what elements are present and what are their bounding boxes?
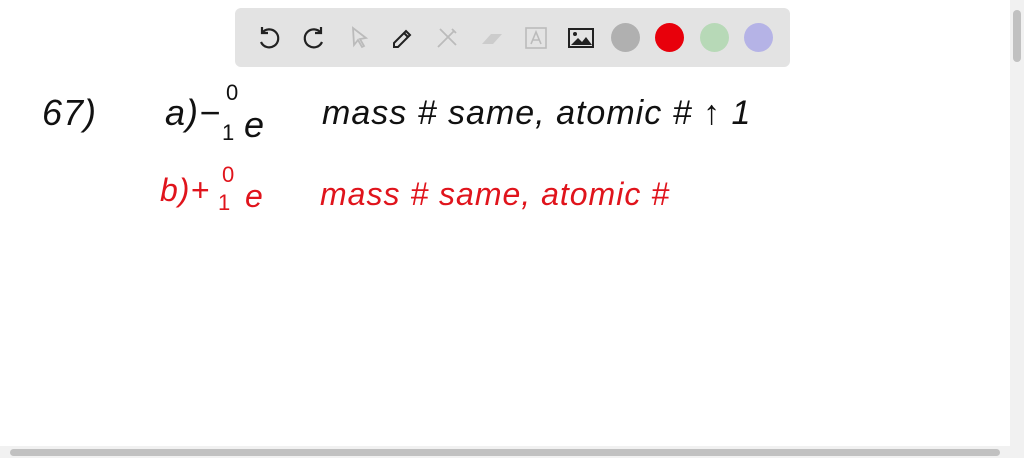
redo-icon [303,26,323,48]
part-b-charge: 1 [218,190,231,215]
part-b-label: b)+ [160,172,210,209]
color-red-button[interactable] [648,18,693,58]
part-b-sign: + [190,172,211,208]
part-a-sign: − [199,92,222,133]
select-pointer-icon [352,25,369,48]
part-b-particle: e [245,178,264,214]
part-a-label: a)− [165,92,221,134]
part-b-text: mass # same, atomic # [320,176,670,212]
pen-icon [392,29,412,48]
vertical-scrollbar[interactable] [1010,0,1024,446]
text-box-icon [525,26,548,49]
drawing-toolbar [235,8,790,67]
redo-button[interactable] [292,18,337,58]
problem-number: 67) [42,92,98,133]
part-a-text: mass # same, atomic # ↑ 1 [322,94,752,132]
select-button[interactable] [336,18,381,58]
part-b-mass-number: 0 [222,162,235,187]
tools-button[interactable] [425,18,470,58]
undo-button[interactable] [247,18,292,58]
part-a-charge: 1 [222,120,235,145]
eraser-button[interactable] [470,18,515,58]
color-swatch-gray [610,23,640,52]
part-a-mass-number: 0 [226,80,239,105]
text-button[interactable] [514,18,559,58]
color-swatch-green [699,23,729,52]
part-a-particle: e [244,104,266,145]
color-green-button[interactable] [692,18,737,58]
tools-icon [437,27,457,48]
part-a-letter: a) [165,92,200,133]
color-purple-button[interactable] [737,18,782,58]
vertical-scroll-thumb[interactable] [1013,10,1021,62]
color-swatch-purple [744,23,774,52]
pen-button[interactable] [381,18,426,58]
eraser-icon [481,33,502,44]
image-button[interactable] [559,18,604,58]
undo-icon [260,26,280,48]
horizontal-scrollbar[interactable] [0,446,1024,458]
color-gray-button[interactable] [603,18,648,58]
part-b-letter: b) [160,172,191,208]
image-icon [567,27,594,48]
horizontal-scroll-thumb[interactable] [10,449,1000,456]
color-swatch-red [655,23,685,52]
